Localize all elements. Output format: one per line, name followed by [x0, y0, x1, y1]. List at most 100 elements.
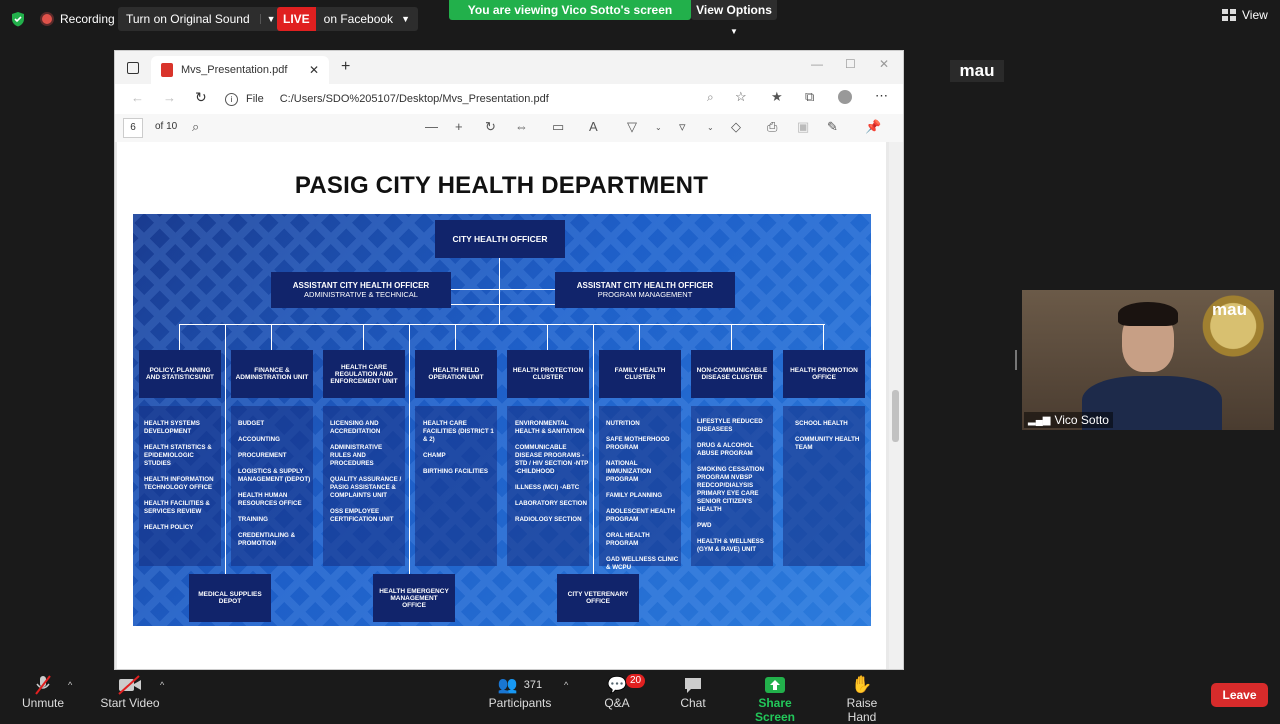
- start-video-label: Start Video: [100, 696, 160, 710]
- pdf-viewer: PASIG CITY HEALTH DEPARTMENT CITY HEALTH…: [115, 142, 903, 669]
- unit-header: POLICY, PLANNING AND STATISTICSUNIT: [139, 350, 221, 398]
- chevron-up-icon[interactable]: ^: [160, 680, 164, 690]
- view-options-button[interactable]: View Options ▼: [691, 0, 777, 36]
- raise-hand-button[interactable]: ✋ Raise Hand: [832, 674, 892, 724]
- bottom-unit-box: HEALTH EMERGENCY MANAGEMENT OFFICE: [373, 574, 455, 622]
- share-screen-button[interactable]: Share Screen: [740, 674, 810, 724]
- unmute-button[interactable]: Unmute: [18, 674, 68, 710]
- participant-tile-label: mau: [1212, 300, 1247, 319]
- close-window-icon[interactable]: ✕: [879, 57, 889, 71]
- favorites-icon[interactable]: ★: [771, 89, 783, 105]
- unit-item: ILLNESS (MCI) -ABTC: [515, 484, 580, 491]
- unit-header: HEALTH CARE REGULATION AND ENFORCEMENT U…: [323, 350, 405, 398]
- more-icon[interactable]: ⋯: [875, 88, 888, 104]
- fit-page-icon[interactable]: ⇔: [515, 119, 528, 134]
- vertical-scrollbar[interactable]: [889, 142, 903, 669]
- unit-item: HEALTH SYSTEMS DEVELOPMENT: [144, 420, 200, 435]
- eraser-icon[interactable]: ◇: [731, 119, 741, 135]
- browser-tab[interactable]: Mvs_Presentation.pdf ✕: [151, 56, 329, 84]
- draw-icon[interactable]: ▽: [627, 119, 637, 135]
- profile-avatar[interactable]: [838, 90, 852, 104]
- rotate-icon[interactable]: ↻: [485, 119, 496, 135]
- view-label: View: [1242, 8, 1268, 22]
- back-icon[interactable]: ←: [131, 90, 144, 105]
- favorite-add-icon[interactable]: ☆: [735, 89, 747, 105]
- recording-indicator[interactable]: Recording: [40, 8, 115, 30]
- url-field[interactable]: i File C:/Users/SDO%205107/Desktop/Mvs_P…: [225, 87, 695, 111]
- original-sound-label: Turn on Original Sound: [126, 12, 250, 26]
- unit-item: COMMUNITY HEALTH TEAM: [795, 436, 860, 451]
- highlight-icon[interactable]: ▿: [679, 119, 686, 135]
- participant-video-tile[interactable]: mau ▂▄▆ Vico Sotto: [1022, 290, 1274, 430]
- close-tab-icon[interactable]: ✕: [309, 63, 319, 77]
- unit-header: NON-COMMUNICABLE DISEASE CLUSTER: [691, 350, 773, 398]
- forward-icon[interactable]: →: [163, 90, 176, 105]
- read-aloud-icon[interactable]: A: [589, 119, 598, 134]
- unit-item: BIRTHING FACILITIES: [423, 468, 488, 475]
- chevron-down-icon[interactable]: ⌄: [707, 123, 714, 132]
- unit-header: FINANCE & ADMINISTRATION UNIT: [231, 350, 313, 398]
- unit-item: CREDENTIALING & PROMOTION: [238, 532, 296, 547]
- refresh-icon[interactable]: ↻: [195, 89, 207, 106]
- unit-item: LICENSING AND ACCREDITATION: [330, 420, 381, 435]
- unit-items: NUTRITION SAFE MOTHERHOOD PROGRAM NATIONAL…: [606, 420, 680, 580]
- unit-header: HEALTH FIELD OPERATION UNIT: [415, 350, 497, 398]
- unit-header: HEALTH PROMOTION OFFICE: [783, 350, 865, 398]
- participants-icon: 👥: [497, 677, 518, 694]
- bottom-unit-box: MEDICAL SUPPLIES DEPOT: [189, 574, 271, 622]
- muted-mic-icon: [18, 674, 68, 696]
- print-icon[interactable]: ⎙: [767, 119, 777, 135]
- chevron-down-icon[interactable]: ⌄: [655, 123, 662, 132]
- unit-item: LABORATORY SECTION: [515, 500, 587, 507]
- chevron-down-icon: ▼: [401, 14, 410, 24]
- page-number-input[interactable]: 6: [123, 118, 143, 138]
- live-target-label: on Facebook: [323, 12, 394, 26]
- participant-hair: [1118, 302, 1178, 326]
- chevron-down-icon: ▼: [730, 27, 738, 36]
- start-video-button[interactable]: Start Video: [100, 674, 160, 710]
- unit-header: FAMILY HEALTH CLUSTER: [599, 350, 681, 398]
- qa-label: Q&A: [604, 696, 630, 710]
- page-total: of 10: [155, 121, 178, 132]
- url-text: C:/Users/SDO%205107/Desktop/Mvs_Presenta…: [279, 93, 549, 105]
- zoom-in-icon[interactable]: +: [455, 119, 463, 134]
- search-icon[interactable]: ⌕: [192, 119, 199, 135]
- chat-icon: [676, 674, 710, 696]
- unit-item: SMOKING CESSATION PROGRAM NVBSP REDCOP/D…: [697, 466, 764, 513]
- tab-actions-icon[interactable]: [127, 62, 139, 74]
- live-badge: LIVE: [277, 7, 316, 31]
- participants-label: Participants: [488, 696, 552, 710]
- zoom-out-icon[interactable]: —: [425, 119, 438, 134]
- participant-name-tile: mau: [950, 60, 1004, 82]
- new-tab-icon[interactable]: +: [341, 58, 350, 76]
- minimize-icon[interactable]: —: [811, 57, 823, 71]
- pin-icon[interactable]: 📌: [865, 119, 881, 135]
- address-bar: ← → ↻ i File C:/Users/SDO%205107/Desktop…: [115, 84, 903, 115]
- original-sound-button[interactable]: Turn on Original Sound ▼: [118, 7, 282, 31]
- chevron-up-icon[interactable]: ^: [564, 680, 568, 690]
- participants-button[interactable]: 👥 371 Participants: [488, 674, 552, 710]
- collections-icon[interactable]: ⧉: [805, 89, 814, 105]
- chevron-up-icon[interactable]: ^: [68, 680, 72, 690]
- save-as-icon[interactable]: ✎: [827, 119, 838, 135]
- unit-items: SCHOOL HEALTH COMMUNITY HEALTH TEAM: [795, 420, 865, 460]
- unmute-label: Unmute: [21, 696, 65, 710]
- zoom-icon[interactable]: ⌕: [707, 90, 714, 105]
- chat-button[interactable]: Chat: [676, 674, 710, 710]
- view-button[interactable]: View: [1222, 8, 1268, 22]
- tile-resize-handle[interactable]: [1015, 350, 1017, 370]
- unit-item: HEALTH FACILITIES & SERVICES REVIEW: [144, 500, 210, 515]
- unit-item: ORAL HEALTH PROGRAM: [606, 532, 650, 547]
- unit-item: HEALTH STATISTICS & EPIDEMIOLOGIC STUDIE…: [144, 444, 212, 467]
- bottom-unit-box: CITY VETERENARY OFFICE: [557, 574, 639, 622]
- leave-button[interactable]: Leave: [1211, 683, 1268, 707]
- browser-tab-bar: Mvs_Presentation.pdf ✕ + — ☐ ✕: [115, 51, 903, 84]
- maximize-icon[interactable]: ☐: [845, 57, 856, 71]
- save-icon[interactable]: ▣: [797, 119, 809, 135]
- tab-title: Mvs_Presentation.pdf: [181, 64, 288, 76]
- live-stream-button[interactable]: LIVE on Facebook ▼: [277, 7, 418, 31]
- scrollbar-thumb[interactable]: [892, 390, 899, 442]
- unit-header: HEALTH PROTECTION CLUSTER: [507, 350, 589, 398]
- page-view-icon[interactable]: ▭: [552, 119, 564, 135]
- shield-check-icon: [12, 12, 24, 27]
